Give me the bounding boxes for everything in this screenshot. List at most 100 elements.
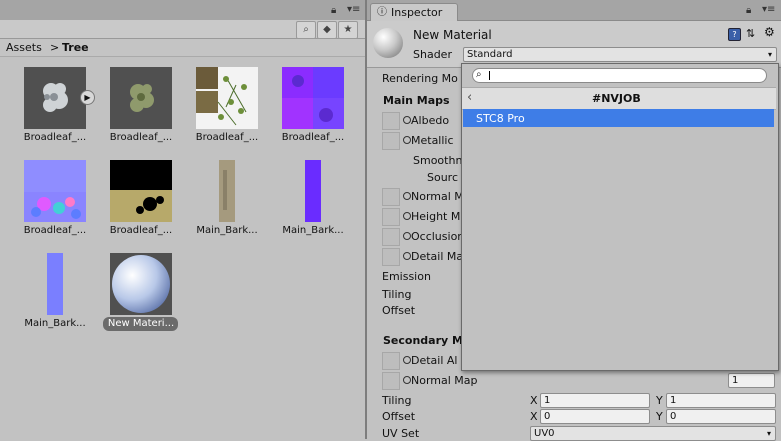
preset-sliders-icon[interactable]: ⇅: [746, 27, 755, 40]
emission-label: Emission: [382, 270, 431, 283]
panel-menu-icon[interactable]: ▾≡: [762, 3, 775, 16]
tiling-x-label: X: [530, 394, 538, 407]
help-book-icon[interactable]: ?: [728, 28, 741, 41]
tiling-y-label: Y: [656, 394, 663, 407]
info-icon: ⓘ: [377, 7, 387, 18]
offset-x-field[interactable]: 0: [540, 409, 650, 424]
shader-option-stc8-pro[interactable]: STC8 Pro: [463, 109, 774, 127]
asset-thumb-bark[interactable]: [196, 160, 258, 222]
tiling-label: Tiling: [382, 288, 412, 301]
asset-thumb-leaf-normal2[interactable]: [24, 160, 86, 222]
offset-label: Offset: [382, 304, 416, 317]
main-maps-heading: Main Maps: [383, 94, 450, 107]
albedo-picker-dot[interactable]: [403, 116, 411, 124]
height-map-label: Height M: [411, 210, 461, 223]
shader-dropdown[interactable]: Standard ▾: [463, 47, 777, 62]
asset-thumb-leaf-diffuse[interactable]: [110, 160, 172, 222]
secondary-normal-texture-slot[interactable]: [382, 372, 400, 390]
detail-albedo-texture-slot[interactable]: [382, 352, 400, 370]
breadcrumb-separator: >: [50, 41, 60, 54]
occlusion-texture-slot[interactable]: [382, 228, 400, 246]
panel-menu-icon[interactable]: ▾≡: [347, 3, 360, 16]
occlusion-label: Occlusion: [411, 230, 465, 243]
breadcrumb-tree[interactable]: Tree: [62, 41, 89, 54]
source-label: Sourc: [427, 171, 459, 184]
back-arrow-icon[interactable]: ‹: [467, 91, 472, 104]
uv-set-label: UV Set: [382, 427, 420, 440]
asset-label: Main_Bark...: [196, 225, 258, 236]
shader-dropdown-value: Standard: [467, 49, 513, 60]
normal-scale-value: 1: [732, 375, 739, 386]
detail-mask-label: Detail Ma: [411, 250, 464, 263]
label-filter-icon[interactable]: ◆: [317, 21, 337, 39]
asset-label: Main_Bark...: [282, 225, 344, 236]
category-title: #NVJOB: [592, 92, 641, 105]
tiling-y-value: 1: [670, 395, 677, 406]
tiling-x-field[interactable]: 1: [540, 393, 650, 408]
asset-thumb-new-material[interactable]: [110, 253, 172, 315]
asset-thumb-leaf-mesh[interactable]: [110, 67, 172, 129]
secondary-normal-label: Normal Map: [411, 374, 478, 387]
asset-label: Broadleaf_...: [281, 132, 345, 143]
chevron-down-icon: ▾: [767, 50, 772, 59]
material-preview-sphere: [373, 28, 403, 58]
secondary-normal-picker-dot[interactable]: [403, 376, 411, 384]
chevron-down-icon: ▾: [766, 429, 771, 438]
detail-albedo-picker-dot[interactable]: [403, 356, 411, 364]
asset-thumb-leaf-atlas[interactable]: [196, 67, 258, 129]
detail-mask-picker-dot[interactable]: [403, 252, 411, 260]
tab-inspector[interactable]: ⓘ Inspector: [370, 3, 458, 21]
popup-category-header: ‹ #NVJOB: [462, 87, 776, 110]
material-name: New Material: [413, 28, 492, 42]
lock-icon[interactable]: 🔒︎: [746, 4, 751, 17]
secondary-tiling-label: Tiling: [382, 394, 412, 407]
tiling-y-field[interactable]: 1: [666, 393, 776, 408]
asset-label: Broadleaf_...: [109, 225, 173, 236]
create-search-icon[interactable]: ⌕: [296, 21, 316, 39]
asset-thumb-bark-normal2[interactable]: [24, 253, 86, 315]
offset-x-value: 0: [544, 411, 551, 422]
uv-set-value: UV0: [534, 428, 555, 439]
secondary-maps-heading: Secondary M: [383, 334, 463, 347]
shader-label: Shader: [413, 48, 452, 61]
secondary-offset-label: Offset: [382, 410, 416, 423]
text-cursor: [489, 71, 490, 80]
gear-icon[interactable]: ⚙: [764, 26, 775, 39]
search-icon: ⌕: [476, 69, 482, 80]
metallic-texture-slot[interactable]: [382, 132, 400, 150]
breadcrumb-assets[interactable]: Assets: [6, 41, 42, 54]
normal-map-label: Normal M: [411, 190, 464, 203]
favorite-star-icon[interactable]: ★: [338, 21, 358, 39]
metallic-picker-dot[interactable]: [403, 136, 411, 144]
smoothness-label: Smoothn: [413, 154, 463, 167]
asset-thumb-bark-normal[interactable]: [282, 160, 344, 222]
asset-label: Main_Bark...: [24, 318, 86, 329]
offset-y-value: 0: [670, 411, 677, 422]
shader-search-input[interactable]: ⌕: [472, 68, 767, 83]
detail-mask-texture-slot[interactable]: [382, 248, 400, 266]
rendering-mode-label: Rendering Mo: [382, 72, 458, 85]
offset-y-field[interactable]: 0: [666, 409, 776, 424]
normal-scale-field[interactable]: 1: [728, 373, 775, 388]
asset-label: Broadleaf_...: [109, 132, 173, 143]
asset-thumb-leaf-normal[interactable]: [282, 67, 344, 129]
expand-arrow-icon[interactable]: ▶: [80, 90, 95, 105]
lock-icon[interactable]: 🔒︎: [331, 4, 336, 17]
occlusion-picker-dot[interactable]: [403, 232, 411, 240]
asset-label: New Materi...: [107, 318, 175, 329]
asset-label: Broadleaf_...: [23, 132, 87, 143]
albedo-texture-slot[interactable]: [382, 112, 400, 130]
normal-picker-dot[interactable]: [403, 192, 411, 200]
height-map-texture-slot[interactable]: [382, 208, 400, 226]
tiling-x-value: 1: [544, 395, 551, 406]
albedo-label: Albedo: [411, 114, 450, 127]
tab-inspector-label: Inspector: [391, 6, 443, 19]
asset-thumb-leaf-alpha[interactable]: [24, 67, 86, 129]
asset-label: Broadleaf_...: [23, 225, 87, 236]
offset-y-label: Y: [656, 410, 663, 423]
shader-option-label: STC8 Pro: [476, 112, 525, 125]
normal-map-texture-slot[interactable]: [382, 188, 400, 206]
height-picker-dot[interactable]: [403, 212, 411, 220]
breadcrumb: Assets > Tree: [0, 39, 365, 57]
offset-x-label: X: [530, 410, 538, 423]
